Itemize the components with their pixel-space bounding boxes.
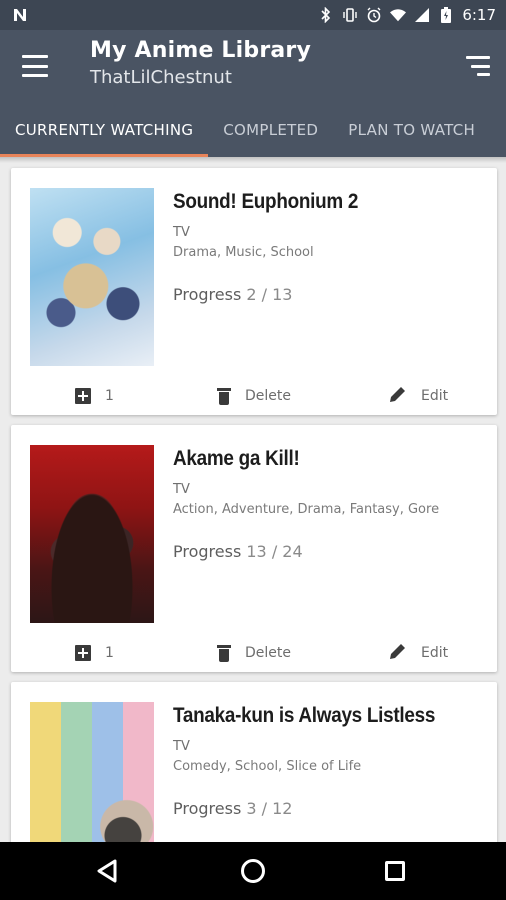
signal-icon (414, 7, 430, 23)
anime-type: TV (173, 225, 190, 240)
status-right: 6:17 (318, 6, 496, 24)
card-actions: 1 Delete Edit (11, 382, 497, 410)
anime-title: Sound! Euphonium 2 (173, 190, 359, 213)
delete-label: Delete (245, 645, 291, 661)
trash-icon (217, 387, 231, 405)
anime-type: TV (173, 482, 190, 497)
edit-button[interactable]: Edit (389, 382, 448, 410)
page-title: My Anime Library (90, 38, 312, 63)
anime-card[interactable]: Tanaka-kun is Always Listless TV Comedy,… (11, 682, 497, 842)
recents-icon[interactable] (385, 861, 405, 881)
anime-poster[interactable] (30, 188, 154, 366)
anime-poster[interactable] (30, 445, 154, 623)
edit-label: Edit (421, 645, 449, 661)
title-wrap: My Anime Library ThatLilChestnut (90, 38, 311, 88)
anime-genres: Drama, Music, School (173, 245, 314, 260)
delete-label: Delete (245, 388, 291, 404)
wifi-icon (390, 7, 407, 23)
anime-poster[interactable] (30, 702, 154, 842)
pencil-icon (389, 385, 407, 407)
increment-count: 1 (105, 388, 114, 404)
progress-value: 13 / 24 (246, 542, 303, 561)
notification-n-icon (12, 7, 28, 23)
alarm-icon (366, 7, 382, 23)
anime-genres: Comedy, School, Slice of Life (173, 759, 362, 774)
anime-title: Akame ga Kill! (173, 447, 300, 470)
anime-card[interactable]: Akame ga Kill! TV Action, Adventure, Dra… (11, 425, 497, 672)
progress-label: Progress (173, 285, 242, 304)
sort-icon[interactable] (462, 54, 490, 78)
tab-currently-watching[interactable]: CURRENTLY WATCHING (0, 102, 209, 157)
pencil-icon (389, 642, 407, 664)
increment-button[interactable]: 1 (75, 382, 114, 410)
increment-count: 1 (105, 645, 114, 661)
battery-icon (438, 7, 454, 23)
anime-type: TV (173, 739, 190, 754)
bluetooth-icon (318, 7, 334, 23)
status-left (12, 7, 28, 23)
anime-title: Tanaka-kun is Always Listless (173, 704, 436, 727)
system-nav-bar (0, 842, 506, 900)
tab-completed[interactable]: COMPLETED (208, 102, 333, 157)
add-box-icon (75, 388, 91, 404)
tab-shadow (0, 157, 506, 163)
add-box-icon (75, 645, 91, 661)
card-actions: 1 Delete Edit (11, 639, 497, 667)
delete-button[interactable]: Delete (217, 639, 291, 667)
tab-plan-to-watch[interactable]: PLAN TO WATCH (333, 102, 490, 157)
status-bar: 6:17 (0, 0, 506, 30)
tab-bar: CURRENTLY WATCHING COMPLETED PLAN TO WAT… (0, 102, 506, 157)
progress-value: 3 / 12 (246, 799, 293, 818)
edit-label: Edit (421, 388, 449, 404)
delete-button[interactable]: Delete (217, 382, 291, 410)
increment-button[interactable]: 1 (75, 639, 114, 667)
vibrate-icon (342, 7, 358, 23)
progress-value: 2 / 13 (246, 285, 293, 304)
progress-label: Progress (173, 542, 242, 561)
progress-label: Progress (173, 799, 242, 818)
anime-card[interactable]: Sound! Euphonium 2 TV Drama, Music, Scho… (11, 168, 497, 415)
trash-icon (217, 644, 231, 662)
app-bar: My Anime Library ThatLilChestnut (0, 30, 506, 102)
menu-icon[interactable] (18, 52, 52, 80)
progress-text: Progress 3 / 12 (173, 799, 292, 818)
status-time: 6:17 (462, 6, 496, 24)
progress-text: Progress 13 / 24 (173, 542, 303, 561)
back-icon[interactable] (96, 859, 118, 887)
edit-button[interactable]: Edit (389, 639, 448, 667)
anime-genres: Action, Adventure, Drama, Fantasy, Gore (173, 502, 440, 517)
username-subtitle: ThatLilChestnut (90, 67, 232, 88)
progress-text: Progress 2 / 13 (173, 285, 292, 304)
home-icon[interactable] (241, 859, 265, 883)
anime-list[interactable]: Sound! Euphonium 2 TV Drama, Music, Scho… (0, 157, 506, 842)
